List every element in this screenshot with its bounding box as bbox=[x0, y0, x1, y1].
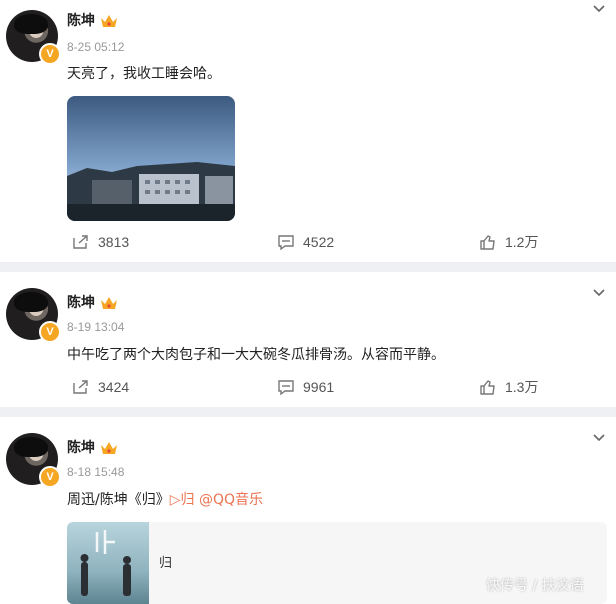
post-separator bbox=[0, 407, 616, 417]
author-name[interactable]: 陈坤 bbox=[67, 294, 95, 312]
post-time[interactable]: 8-18 15:48 bbox=[67, 465, 124, 479]
post-2: V 陈坤 8-19 13:04 中午吃了两个大肉包子和一大大碗冬瓜排骨汤。从容而… bbox=[0, 272, 616, 407]
crown-icon bbox=[101, 15, 117, 27]
watermark: 快传号 / 扶汶语 bbox=[486, 578, 584, 594]
verified-badge-icon: V bbox=[39, 321, 61, 343]
album-cover-image bbox=[67, 522, 149, 604]
post-time[interactable]: 8-19 13:04 bbox=[67, 320, 124, 334]
chevron-down-icon[interactable] bbox=[592, 433, 606, 443]
avatar-hair bbox=[14, 292, 48, 312]
dawn-city-image bbox=[67, 96, 235, 221]
post-text: 天亮了，我收工睡会哈。 bbox=[67, 66, 221, 82]
post-text: 周迅/陈坤《归》▷归 @QQ音乐 bbox=[67, 490, 263, 510]
verified-badge-icon: V bbox=[39, 43, 61, 65]
post-separator bbox=[0, 262, 616, 272]
verified-badge-icon: V bbox=[39, 466, 61, 488]
crown-icon bbox=[101, 297, 117, 309]
post-text-prefix: 周迅/陈坤《归》 bbox=[67, 492, 170, 508]
post-photo[interactable] bbox=[67, 96, 235, 221]
crown-icon bbox=[101, 442, 117, 454]
music-link[interactable]: ▷归 bbox=[170, 492, 195, 508]
avatar-hair bbox=[14, 14, 48, 34]
avatar[interactable]: V bbox=[6, 288, 61, 343]
author-name[interactable]: 陈坤 bbox=[67, 439, 95, 457]
comment-count: 4522 bbox=[303, 234, 335, 250]
repost-icon bbox=[73, 380, 88, 394]
chevron-down-icon[interactable] bbox=[592, 4, 606, 14]
like-icon bbox=[480, 235, 495, 250]
repost-count: 3424 bbox=[98, 379, 130, 395]
comment-icon bbox=[278, 380, 294, 395]
avatar[interactable]: V bbox=[6, 433, 61, 488]
like-icon bbox=[480, 380, 495, 395]
music-card-title: 归 bbox=[159, 556, 173, 571]
chevron-down-icon[interactable] bbox=[592, 288, 606, 298]
repost-icon bbox=[73, 235, 88, 249]
post-text: 中午吃了两个大肉包子和一大大碗冬瓜排骨汤。从容而平静。 bbox=[67, 347, 445, 363]
post-1: V 陈坤 8-25 05:12 天亮了，我收工睡会哈。 3813 4522 1.… bbox=[0, 0, 616, 262]
mention-link[interactable]: @QQ音乐 bbox=[199, 492, 263, 508]
post-time[interactable]: 8-25 05:12 bbox=[67, 40, 124, 54]
avatar-hair bbox=[14, 437, 48, 457]
comment-icon bbox=[278, 235, 294, 250]
avatar[interactable]: V bbox=[6, 10, 61, 65]
like-count: 1.3万 bbox=[505, 379, 539, 395]
author-name[interactable]: 陈坤 bbox=[67, 12, 95, 30]
comment-count: 9961 bbox=[303, 379, 335, 395]
like-count: 1.2万 bbox=[505, 234, 539, 250]
repost-count: 3813 bbox=[98, 234, 130, 250]
